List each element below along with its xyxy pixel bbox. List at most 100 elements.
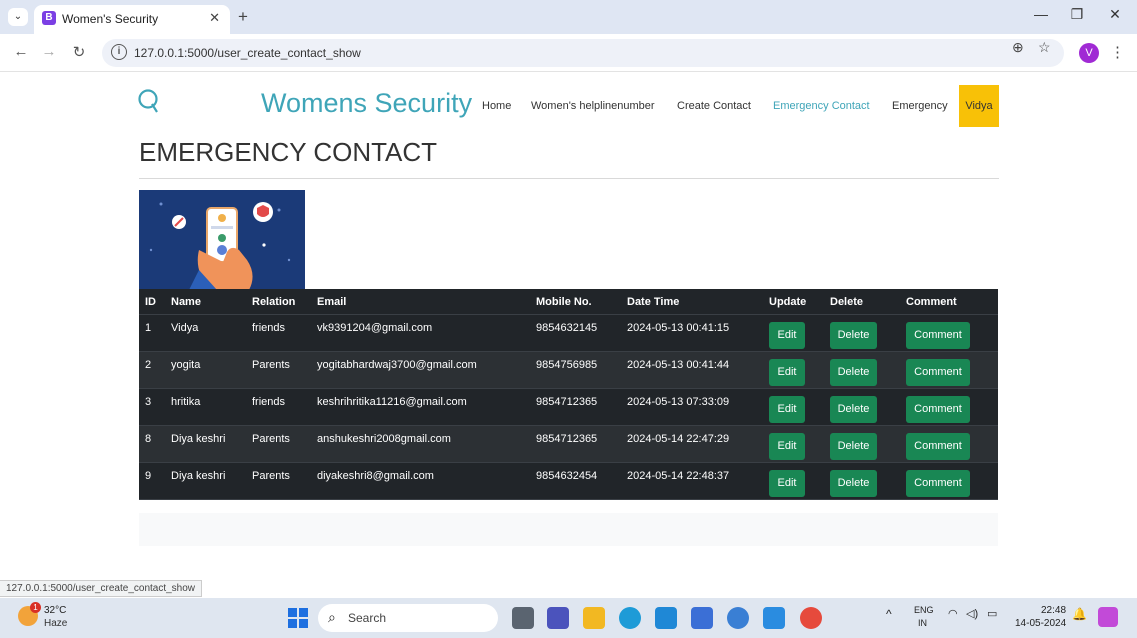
cell-datetime: 2024-05-14 22:47:29: [627, 433, 730, 445]
edit-button[interactable]: Edit: [769, 433, 805, 460]
comment-button[interactable]: Comment: [906, 322, 970, 349]
back-icon[interactable]: ←: [12, 43, 30, 60]
edit-button[interactable]: Edit: [769, 359, 805, 386]
forward-icon[interactable]: →: [40, 43, 58, 60]
bookmark-star-icon[interactable]: ☆: [1038, 39, 1051, 56]
new-tab-icon[interactable]: +: [238, 7, 248, 27]
vscode-icon[interactable]: [763, 607, 785, 629]
close-window-icon[interactable]: ✕: [1105, 6, 1125, 23]
header-id: ID: [145, 296, 156, 308]
hero-illustration: [139, 190, 305, 290]
task-view-icon[interactable]: [512, 607, 534, 629]
browser-tab-bar: ⌄ B Women's Security ✕ + — ❐ ✕: [0, 0, 1137, 34]
contacts-table: ID Name Relation Email Mobile No. Date T…: [139, 289, 998, 500]
brand-title[interactable]: Womens Security: [261, 88, 472, 119]
table-row: 8 Diya keshri Parents anshukeshri2008gma…: [139, 426, 998, 463]
comment-button[interactable]: Comment: [906, 396, 970, 423]
language-primary[interactable]: ENG: [914, 605, 934, 615]
clock-time[interactable]: 22:48: [1041, 605, 1066, 616]
cell-id: 3: [145, 396, 152, 408]
reload-icon[interactable]: ↻: [70, 43, 88, 61]
nav-create-contact[interactable]: Create Contact: [677, 100, 751, 112]
search-icon: ⌕: [328, 609, 336, 625]
cell-mobile: 9854632454: [536, 470, 598, 482]
cell-email: keshrihritika11216@gmail.com: [317, 396, 467, 408]
temperature[interactable]: 32°C: [44, 605, 66, 616]
cell-id: 2: [145, 359, 152, 371]
edge-icon[interactable]: [619, 607, 641, 629]
edit-button[interactable]: Edit: [769, 470, 805, 497]
phone-security-illustration: [139, 190, 305, 290]
table-row: 3 hritika friends keshrihritika11216@gma…: [139, 389, 998, 426]
user-button[interactable]: Vidya: [959, 85, 999, 127]
tray-chevron-icon[interactable]: ^: [886, 607, 892, 621]
assistant-icon[interactable]: [727, 607, 749, 629]
cell-id: 8: [145, 433, 152, 445]
cell-datetime: 2024-05-13 07:33:09: [627, 396, 730, 408]
search-placeholder: Search: [348, 611, 387, 625]
cell-email: anshukeshri2008gmail.com: [317, 433, 451, 445]
nav-helpline[interactable]: Women's helplinenumber: [531, 100, 655, 112]
clock-date[interactable]: 14-05-2024: [1015, 618, 1066, 629]
header-update: Update: [769, 296, 807, 308]
weather-condition[interactable]: Haze: [44, 618, 67, 629]
comment-button[interactable]: Comment: [906, 470, 970, 497]
delete-button[interactable]: Delete: [830, 433, 877, 460]
zoom-icon[interactable]: ⊕: [1012, 39, 1024, 56]
table-row: 2 yogita Parents yogitabhardwaj3700@gmai…: [139, 352, 998, 389]
taskbar-search[interactable]: ⌕ Search: [318, 604, 498, 632]
wifi-icon[interactable]: ◠: [948, 607, 958, 620]
header-mobile: Mobile No.: [536, 296, 592, 308]
teams-icon[interactable]: [547, 607, 569, 629]
status-url-bubble: 127.0.0.1:5000/user_create_contact_show: [0, 580, 203, 597]
nav-emergency[interactable]: Emergency: [892, 100, 948, 112]
language-region[interactable]: IN: [918, 618, 927, 628]
comment-button[interactable]: Comment: [906, 359, 970, 386]
edit-button[interactable]: Edit: [769, 322, 805, 349]
browser-tab[interactable]: B Women's Security ✕: [34, 5, 230, 34]
cell-relation: friends: [252, 396, 286, 408]
nav-emergency-contact[interactable]: Emergency Contact: [773, 100, 870, 112]
cell-name: yogita: [171, 359, 201, 371]
divider: [139, 178, 999, 179]
browser-menu-icon[interactable]: ⋮: [1110, 43, 1125, 61]
cell-name: Diya keshri: [171, 433, 226, 445]
cell-datetime: 2024-05-13 00:41:44: [627, 359, 730, 371]
minimize-icon[interactable]: —: [1031, 6, 1051, 22]
notification-bell-icon[interactable]: 🔔: [1072, 607, 1087, 621]
profile-avatar[interactable]: V: [1079, 43, 1099, 63]
delete-button[interactable]: Delete: [830, 322, 877, 349]
edit-button[interactable]: Edit: [769, 396, 805, 423]
tab-search-icon[interactable]: ⌄: [8, 8, 28, 26]
cell-mobile: 9854756985: [536, 359, 598, 371]
chrome-icon[interactable]: [800, 607, 822, 629]
volume-icon[interactable]: ◁): [966, 607, 978, 620]
delete-button[interactable]: Delete: [830, 470, 877, 497]
cell-relation: Parents: [252, 359, 290, 371]
header-datetime: Date Time: [627, 296, 680, 308]
site-info-icon[interactable]: i: [111, 44, 127, 60]
cell-email: yogitabhardwaj3700@gmail.com: [317, 359, 477, 371]
nav-home[interactable]: Home: [482, 100, 511, 112]
cell-mobile: 9854712365: [536, 396, 598, 408]
url-text[interactable]: 127.0.0.1:5000/user_create_contact_show: [134, 46, 361, 60]
cell-mobile: 9854632145: [536, 322, 598, 334]
cell-id: 1: [145, 322, 152, 334]
logo-q-icon[interactable]: [137, 88, 161, 114]
store-icon[interactable]: [691, 607, 713, 629]
delete-button[interactable]: Delete: [830, 396, 877, 423]
tab-close-icon[interactable]: ✕: [209, 10, 220, 26]
copilot-icon[interactable]: [1098, 607, 1118, 627]
cell-relation: Parents: [252, 470, 290, 482]
delete-button[interactable]: Delete: [830, 359, 877, 386]
file-explorer-icon[interactable]: [583, 607, 605, 629]
battery-icon[interactable]: ▭: [987, 607, 997, 620]
cell-name: hritika: [171, 396, 201, 408]
windows-start-icon[interactable]: [288, 608, 308, 628]
cell-datetime: 2024-05-14 22:48:37: [627, 470, 730, 482]
myapp-icon[interactable]: [655, 607, 677, 629]
comment-button[interactable]: Comment: [906, 433, 970, 460]
restore-icon[interactable]: ❐: [1067, 6, 1087, 23]
url-field[interactable]: i 127.0.0.1:5000/user_create_contact_sho…: [102, 39, 1064, 67]
table-row: 9 Diya keshri Parents diyakeshri8@gmail.…: [139, 463, 998, 500]
